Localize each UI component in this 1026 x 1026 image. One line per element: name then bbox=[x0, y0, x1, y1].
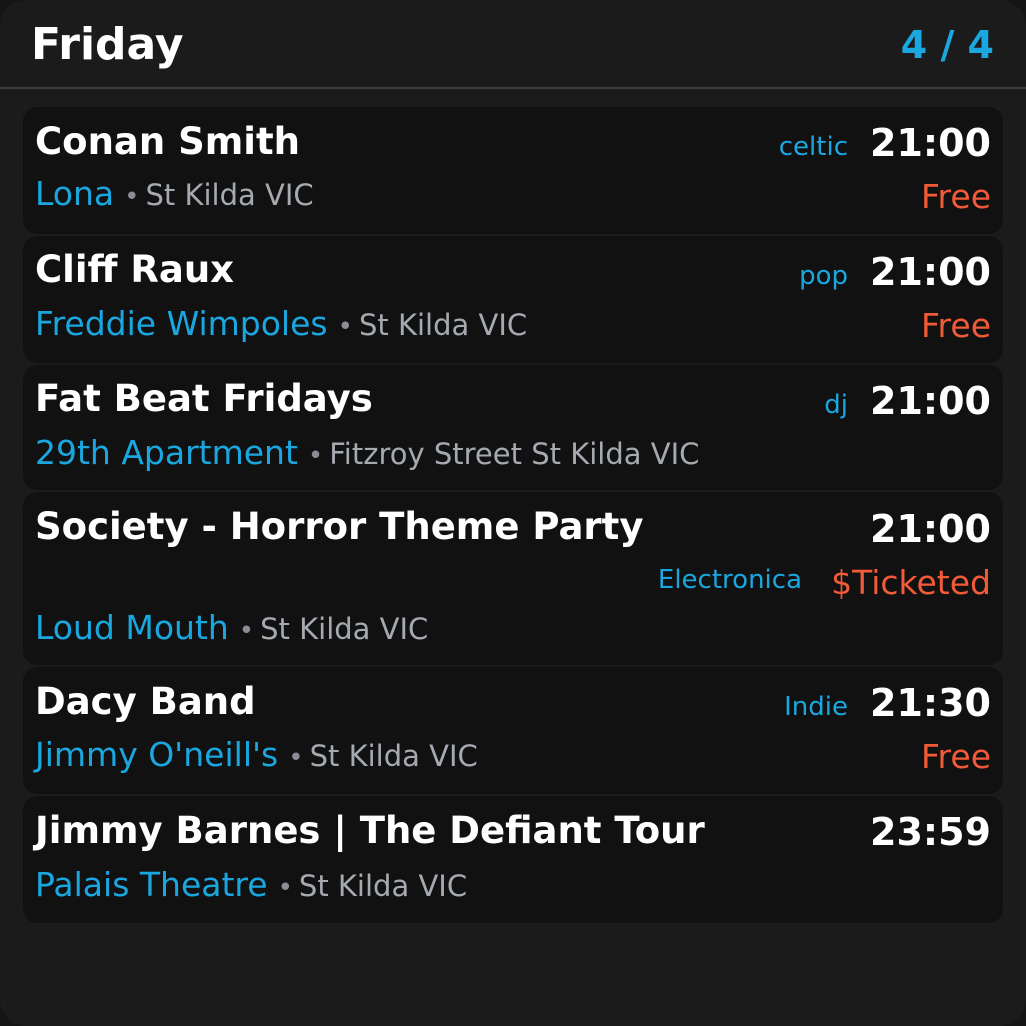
event-time: 21:30 bbox=[870, 681, 991, 725]
event-title: Fat Beat Fridays bbox=[35, 377, 373, 420]
event-card[interactable]: Conan Smith celtic 21:00 Lona • St Kilda V… bbox=[23, 107, 1003, 234]
header: Friday 4 / 4 bbox=[0, 0, 1026, 89]
event-genre: pop bbox=[799, 261, 848, 291]
event-venue-line: Palais Theatre • St Kilda VIC bbox=[35, 865, 467, 911]
event-genre: dj bbox=[824, 390, 848, 420]
event-venue-line: 29th Apartment • Fitzroy Street St Kilda V… bbox=[35, 433, 699, 479]
event-price: Free bbox=[920, 306, 991, 345]
event-price: Free bbox=[920, 737, 991, 776]
event-title: Dacy Band bbox=[35, 680, 256, 723]
event-title: Conan Smith bbox=[35, 120, 301, 163]
event-genre: celtic bbox=[778, 132, 848, 162]
event-venue[interactable]: Freddie Wimpoles bbox=[35, 304, 328, 343]
separator-dot: • bbox=[288, 743, 304, 773]
event-venue[interactable]: Jimmy O'neill's bbox=[35, 735, 278, 774]
event-genre: Indie bbox=[784, 692, 848, 722]
event-location: St Kilda VIC bbox=[145, 178, 314, 212]
event-location: St Kilda VIC bbox=[298, 869, 468, 903]
event-venue-line: Freddie Wimpoles • St Kilda VIC bbox=[35, 304, 527, 350]
event-title: Jimmy Barnes | The Defiant Tour bbox=[35, 809, 705, 852]
event-venue[interactable]: Palais Theatre bbox=[35, 865, 268, 904]
event-title: Society - Horror Theme Party bbox=[35, 505, 644, 548]
event-location: St Kilda VIC bbox=[358, 308, 528, 342]
page-counter: 4 / 4 bbox=[900, 23, 994, 67]
event-card[interactable]: Society - Horror Theme Party 21:00 Elect… bbox=[23, 492, 1003, 665]
event-venue[interactable]: 29th Apartment bbox=[35, 433, 298, 472]
events-panel: Friday 4 / 4 Conan Smith celtic 21:00 Lo… bbox=[0, 0, 1026, 1026]
event-venue[interactable]: Loud Mouth bbox=[35, 608, 229, 647]
event-title: Cliff Raux bbox=[35, 248, 235, 291]
event-location: St Kilda VIC bbox=[260, 612, 429, 646]
event-location: Fitzroy Street St Kilda VIC bbox=[329, 437, 700, 471]
event-venue-line: Lona • St Kilda VIC bbox=[35, 174, 314, 220]
event-time: 21:00 bbox=[870, 379, 991, 423]
event-time: 21:00 bbox=[870, 507, 991, 551]
separator-dot: • bbox=[124, 182, 140, 212]
event-venue[interactable]: Lona bbox=[35, 174, 114, 213]
separator-dot: • bbox=[307, 441, 324, 471]
event-card[interactable]: Fat Beat Fridays dj 21:00 29th Apartment… bbox=[23, 365, 1003, 490]
event-venue-line: Loud Mouth • St Kilda VIC bbox=[35, 608, 428, 654]
event-location: St Kilda VIC bbox=[309, 739, 478, 773]
event-time: 21:00 bbox=[870, 121, 991, 165]
event-venue-line: Jimmy O'neill's • St Kilda VIC bbox=[35, 735, 478, 781]
event-genre: Electronica bbox=[657, 565, 802, 595]
separator-dot: • bbox=[277, 873, 293, 903]
event-price: Free bbox=[920, 177, 991, 216]
separator-dot: • bbox=[337, 312, 353, 342]
event-time: 21:00 bbox=[870, 250, 991, 294]
event-card[interactable]: Jimmy Barnes | The Defiant Tour 23:59 Pa… bbox=[23, 796, 1003, 923]
separator-dot: • bbox=[238, 616, 255, 646]
day-title: Friday bbox=[31, 19, 184, 70]
event-time: 23:59 bbox=[870, 810, 991, 854]
event-card[interactable]: Cliff Raux pop 21:00 Freddie Wimpoles • St… bbox=[23, 236, 1003, 363]
event-price: $Ticketed bbox=[831, 563, 991, 602]
event-card[interactable]: Dacy Band Indie 21:30 Jimmy O'neill's • St… bbox=[23, 667, 1003, 794]
